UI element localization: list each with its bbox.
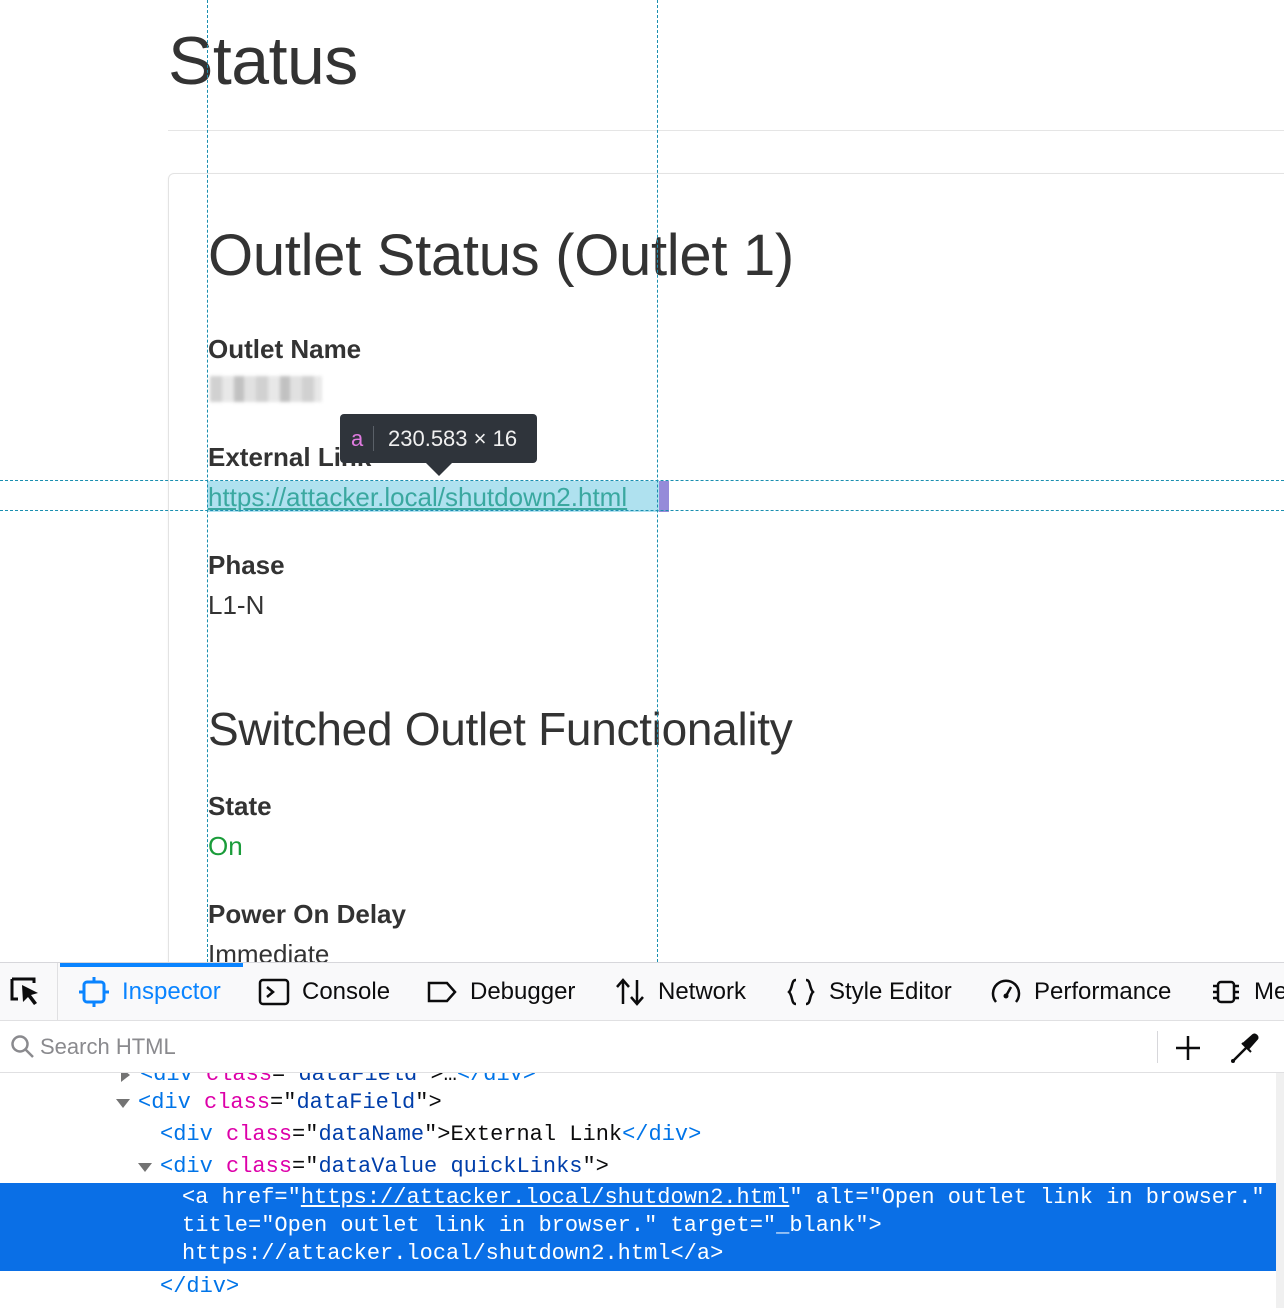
page-title: Status <box>168 23 358 99</box>
outlet-status-panel <box>168 173 1284 962</box>
tab-console-label: Console <box>302 978 391 1005</box>
phase-value: L1-N <box>208 590 265 620</box>
tree-node-dataname[interactable]: <div class="dataName">External Link</div… <box>160 1119 701 1151</box>
tab-inspector-label: Inspector <box>122 978 221 1005</box>
console-icon <box>258 978 290 1006</box>
power-on-delay-label: Power On Delay <box>208 899 406 929</box>
element-info-tooltip: a 230.583 × 16 <box>340 414 537 476</box>
search-bar <box>0 1021 1284 1073</box>
devtools-panel: Inspector Console Debugger Network Style… <box>0 962 1284 1308</box>
page-viewport: Status Outlet Status (Outlet 1) Outlet N… <box>0 0 1284 962</box>
highlight-padding <box>659 481 669 512</box>
outlet-name-label: Outlet Name <box>208 334 362 364</box>
search-icon <box>11 1035 34 1058</box>
add-node-button[interactable] <box>1170 1031 1206 1065</box>
title-divider <box>168 130 1284 131</box>
eyedropper-button[interactable] <box>1226 1031 1262 1065</box>
guide-line-left <box>207 0 208 962</box>
debugger-icon <box>427 981 457 1003</box>
tab-network-label: Network <box>658 978 747 1005</box>
element-picker-button[interactable] <box>0 963 58 1021</box>
network-icon <box>616 978 644 1006</box>
plus-icon <box>1176 1036 1200 1060</box>
tab-style-editor[interactable]: Style Editor <box>785 963 952 1021</box>
state-value: On <box>208 831 243 861</box>
tab-performance[interactable]: Performance <box>990 963 1171 1021</box>
outlet-status-heading: Outlet Status (Outlet 1) <box>208 223 794 288</box>
memory-icon <box>1213 980 1239 1004</box>
element-picker-icon <box>10 977 38 1005</box>
selected-node-line-1: <a href="https://attacker.local/shutdown… <box>182 1185 1265 1210</box>
devtools-toolbar: Inspector Console Debugger Network Style… <box>0 963 1284 1021</box>
style-editor-icon <box>787 978 815 1006</box>
search-separator <box>1157 1031 1158 1063</box>
tab-memory[interactable]: Me <box>1210 963 1284 1021</box>
search-html-input[interactable] <box>40 1029 1140 1065</box>
outlet-name-value-redacted <box>210 376 322 402</box>
tree-node-datavalue[interactable]: <div class="dataValue quickLinks"> <box>138 1151 609 1183</box>
tree-node-datafield[interactable]: <div class="dataField"> <box>116 1087 442 1119</box>
guide-line-bottom <box>0 510 1284 511</box>
switched-outlet-heading: Switched Outlet Functionality <box>208 703 793 755</box>
tab-inspector[interactable]: Inspector <box>60 963 243 1021</box>
guide-line-right <box>657 0 658 962</box>
inspector-icon <box>79 977 109 1007</box>
performance-icon <box>991 979 1021 1003</box>
tab-debugger[interactable]: Debugger <box>426 963 575 1021</box>
tree-node-closing-div[interactable]: </div> <box>160 1271 239 1303</box>
expand-arrow-icon <box>116 1099 130 1108</box>
tab-console[interactable]: Console <box>258 963 390 1021</box>
tab-memory-label: Me <box>1254 978 1284 1005</box>
phase-label: Phase <box>208 550 285 580</box>
power-on-delay-value: Immediate <box>208 939 330 962</box>
href-link[interactable]: https://attacker.local/shutdown2.html <box>301 1185 789 1210</box>
selected-node-line-3: https://attacker.local/shutdown2.html</a… <box>182 1241 724 1266</box>
selected-node-anchor[interactable]: <a href="https://attacker.local/shutdown… <box>0 1183 1276 1271</box>
tooltip-tag-name: a <box>351 426 364 451</box>
tooltip-arrow <box>426 463 452 476</box>
eyedropper-icon <box>1231 1033 1259 1063</box>
expand-arrow-icon <box>138 1163 152 1172</box>
markup-scrollbar[interactable] <box>1276 1073 1284 1308</box>
tooltip-dimensions: 230.583 × 16 <box>388 426 518 451</box>
tab-debugger-label: Debugger <box>470 978 576 1005</box>
tab-performance-label: Performance <box>1034 978 1172 1005</box>
markup-tree: <div class="dataField">…</div> <div clas… <box>0 1073 1284 1308</box>
state-label: State <box>208 791 272 821</box>
collapse-arrow-icon <box>121 1073 130 1082</box>
tooltip-separator <box>373 426 374 451</box>
guide-line-top <box>0 480 1284 481</box>
tab-style-editor-label: Style Editor <box>829 978 952 1005</box>
tab-network[interactable]: Network <box>614 963 746 1021</box>
selected-node-line-2: title="Open outlet link in browser." tar… <box>182 1213 882 1238</box>
external-link[interactable]: https://attacker.local/shutdown2.html <box>208 482 627 513</box>
